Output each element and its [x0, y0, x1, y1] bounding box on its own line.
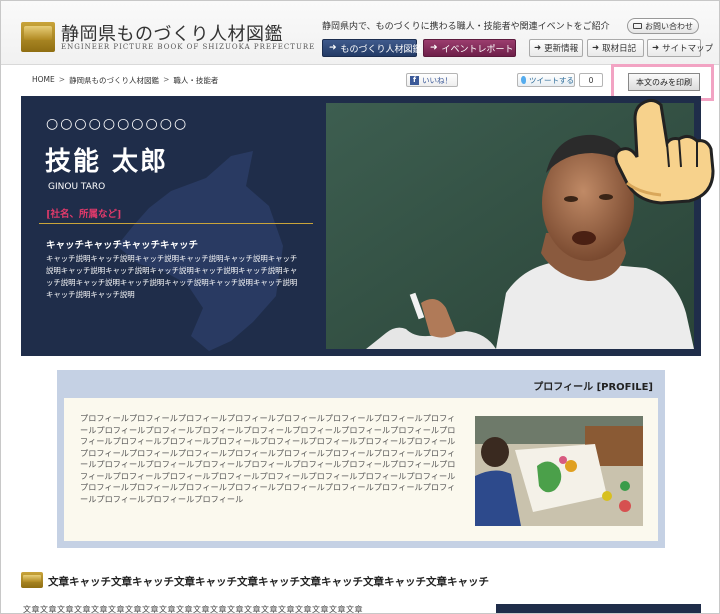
breadcrumb-home[interactable]: HOME: [32, 75, 55, 86]
hero-roman-name: GINOU TARO: [48, 182, 106, 192]
tweet-count: 0: [579, 73, 603, 87]
arrow-right-icon: ➜: [430, 43, 438, 53]
nav-zukan-label: ものづくり人材図鑑: [340, 44, 422, 55]
nav-zukan-button[interactable]: ➜ ものづくり人材図鑑: [322, 39, 422, 57]
breadcrumb-separator: >: [163, 75, 170, 84]
nav-update-button[interactable]: ➜ 更新情報: [529, 39, 583, 57]
tweet-label: ツイートする: [529, 75, 574, 85]
hero-divider: [39, 223, 313, 224]
profile-section: プロフィール [PROFILE] プロフィールプロフィールプロフィールプロフィー…: [57, 370, 665, 548]
hero-code: ○○○○○○○○○○: [46, 116, 189, 132]
contact-button[interactable]: お問い合わせ: [627, 18, 699, 34]
profile-text: プロフィールプロフィールプロフィールプロフィールプロフィールプロフィールプロフィ…: [80, 413, 456, 504]
nav-update-label: 更新情報: [544, 44, 579, 54]
hero-description: キャッチ説明キャッチ説明キャッチ説明キャッチ説明キャッチ説明キャッチ説明キャッチ…: [46, 254, 298, 299]
section-text: 文章文章文章文章文章文章文章文章文章文章文章文章文章文章文章文章文章文章文章文章: [23, 605, 363, 614]
arrow-right-icon: ➜: [329, 43, 337, 53]
nav-sitemap-label: サイトマップ: [662, 44, 714, 54]
arrow-right-icon: ➜: [534, 43, 542, 53]
shizuoka-map-silhouette: [117, 151, 283, 351]
facebook-icon: f: [410, 75, 419, 85]
breadcrumb-zukan[interactable]: 静岡県ものづくり人材図鑑: [69, 75, 159, 86]
tweet-button[interactable]: ツイートする: [517, 73, 575, 87]
twitter-icon: [521, 76, 526, 84]
profile-body: プロフィールプロフィールプロフィールプロフィールプロフィールプロフィールプロフィ…: [64, 398, 658, 541]
profile-title: プロフィール [PROFILE]: [533, 382, 653, 393]
breadcrumb-separator: >: [58, 75, 66, 84]
hero-company: [社名、所属など]: [46, 209, 122, 220]
nav-event-button[interactable]: ➜ イベントレポート: [423, 39, 516, 57]
logo-emblem-icon[interactable]: [21, 22, 55, 52]
section-emblem-icon: [21, 572, 43, 588]
arrow-right-icon: ➜: [652, 43, 660, 53]
site-header: 静岡県ものづくり人材図鑑 ENGINEER PICTURE BOOK OF SH…: [1, 1, 719, 65]
profile-photo: [475, 416, 643, 526]
nav-report-label: 取材日記: [602, 44, 637, 54]
page: 静岡県ものづくり人材図鑑 ENGINEER PICTURE BOOK OF SH…: [0, 0, 720, 614]
site-tagline: 静岡県内で、ものづくりに携わる職人・技能者や関連イベントをご紹介: [322, 22, 610, 32]
breadcrumb-current: 職人・技能者: [173, 76, 219, 85]
nav-sitemap-button[interactable]: ➜ サイトマップ: [647, 39, 713, 57]
hero-panel: ○○○○○○○○○○ 技能 太郎 GINOU TARO [社名、所属など] キャ…: [21, 96, 701, 356]
mail-icon: [633, 23, 642, 29]
section-image: [496, 604, 701, 613]
arrow-right-icon: ➜: [592, 43, 600, 53]
site-subtitle: ENGINEER PICTURE BOOK OF SHIZUOKA PREFEC…: [61, 43, 316, 51]
hero-name: 技能 太郎: [45, 147, 169, 177]
nav-report-button[interactable]: ➜ 取材日記: [587, 39, 644, 57]
nav-event-label: イベントレポート: [441, 44, 514, 55]
pointing-hand-icon: [614, 98, 715, 205]
hero-catch: キャッチキャッチキャッチキャッチ: [46, 240, 199, 251]
print-body-button[interactable]: 本文のみを印刷: [628, 73, 700, 91]
facebook-like-button[interactable]: f いいね！: [406, 73, 458, 87]
like-label: いいね！: [422, 75, 452, 85]
section-title: 文章キャッチ文章キャッチ文章キャッチ文章キャッチ文章キャッチ文章キャッチ文章キャ…: [48, 576, 489, 588]
contact-label: お問い合わせ: [645, 21, 693, 31]
breadcrumb: HOME > 静岡県ものづくり人材図鑑 > 職人・技能者: [32, 75, 218, 86]
